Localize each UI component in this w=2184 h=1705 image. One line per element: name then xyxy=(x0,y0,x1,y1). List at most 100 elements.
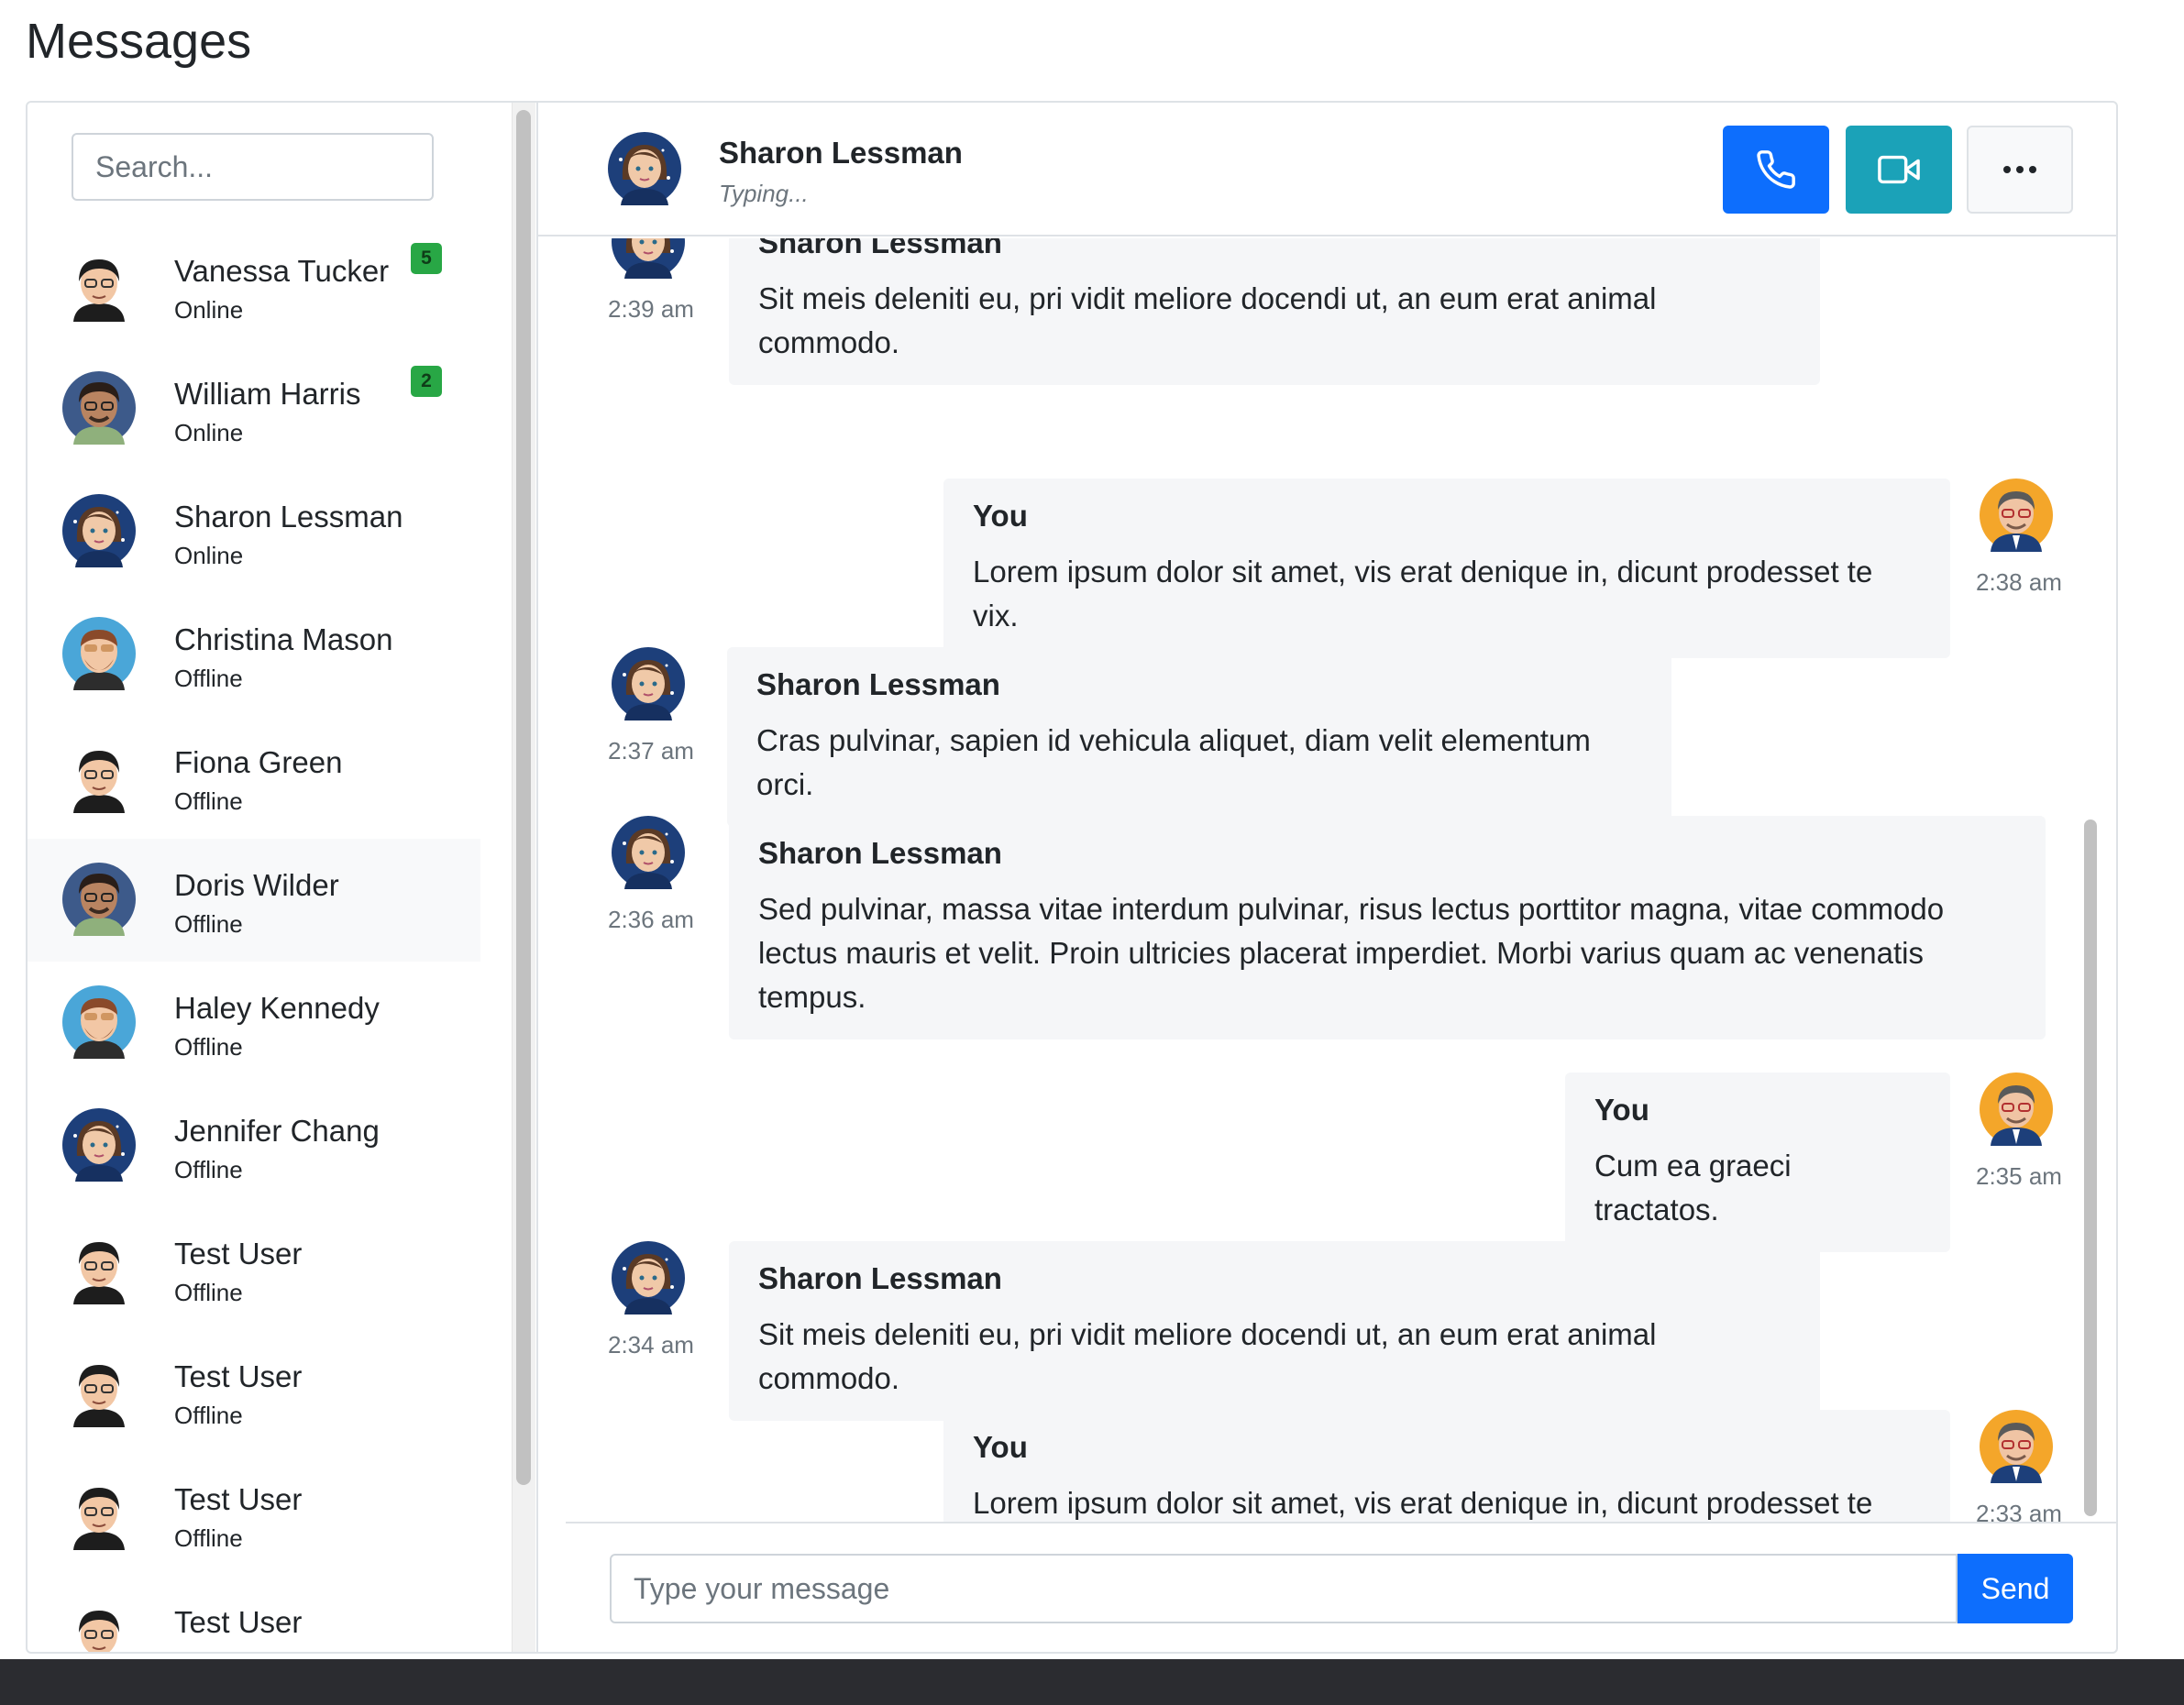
contact-item[interactable]: Test User Offline xyxy=(28,1207,480,1330)
avatar xyxy=(1980,1410,2053,1483)
message-time: 2:35 am xyxy=(1976,1162,2062,1190)
message-sender: Sharon Lessman xyxy=(758,238,1002,259)
call-button[interactable] xyxy=(1723,126,1829,214)
message-time: 2:37 am xyxy=(608,737,694,764)
contact-name: Doris Wilder xyxy=(174,868,339,902)
contact-name: Fiona Green xyxy=(174,745,343,779)
contact-item[interactable]: Vanessa Tucker Online 5 xyxy=(28,225,480,347)
message-time: 2:39 am xyxy=(608,295,694,323)
message-composer: Send xyxy=(566,1522,2116,1652)
message-text: Sit meis deleniti eu, pri vidit meliore … xyxy=(758,281,1657,359)
message-text: Cum ea graeci tractatos. xyxy=(1594,1149,1792,1226)
message-input[interactable] xyxy=(610,1554,1958,1623)
contact-status: Offline xyxy=(174,1402,243,1429)
avatar xyxy=(62,617,136,690)
contact-name: Test User xyxy=(174,1359,303,1393)
message-sender: Sharon Lessman xyxy=(758,1261,1002,1295)
avatar xyxy=(62,1108,136,1182)
contact-status: Offline xyxy=(174,1279,243,1306)
avatar xyxy=(612,816,685,889)
video-call-button[interactable] xyxy=(1846,126,1952,214)
chat-contact-name: Sharon Lessman xyxy=(719,136,963,170)
contact-item[interactable]: Test User Offline xyxy=(28,1330,480,1453)
unread-badge: 5 xyxy=(411,243,442,274)
contact-item[interactable]: Christina Mason Offline xyxy=(28,593,480,716)
unread-badge: 2 xyxy=(411,366,442,397)
message-text: Cras pulvinar, sapien id vehicula alique… xyxy=(756,723,1591,801)
contact-item[interactable]: Sharon Lessman Online xyxy=(28,470,480,593)
message-sender: You xyxy=(973,1430,1028,1464)
contact-status: Offline xyxy=(174,910,243,938)
contact-item[interactable]: William Harris Online 2 xyxy=(28,347,480,470)
contact-item[interactable]: Test User xyxy=(28,1576,480,1654)
chat-scrollbar-thumb[interactable] xyxy=(2084,820,2097,1516)
message-bubble: Sharon Lessman Sit meis deleniti eu, pri… xyxy=(729,238,1820,385)
send-button[interactable]: Send xyxy=(1958,1554,2073,1623)
contact-status: Offline xyxy=(174,1156,243,1183)
contact-name: Sharon Lessman xyxy=(174,500,403,534)
contact-item[interactable]: Fiona Green Offline xyxy=(28,716,480,839)
avatar xyxy=(62,740,136,813)
contact-name: William Harris xyxy=(174,377,361,411)
message-bubble: You Lorem ipsum dolor sit amet, vis erat… xyxy=(943,478,1950,658)
contact-name: Christina Mason xyxy=(174,622,393,656)
message-bubble: Sharon Lessman Sit meis deleniti eu, pri… xyxy=(729,1241,1820,1421)
chat-header: Sharon Lessman Typing... xyxy=(538,103,2116,236)
contact-name: Jennifer Chang xyxy=(174,1114,380,1148)
contact-list: Vanessa Tucker Online 5 William Harris O… xyxy=(28,225,480,1654)
avatar xyxy=(62,863,136,936)
contact-name: Test User xyxy=(174,1605,303,1639)
contact-status: Offline xyxy=(174,1524,243,1552)
avatar xyxy=(612,647,685,720)
avatar xyxy=(612,238,685,279)
contact-item[interactable]: Test User Offline xyxy=(28,1453,480,1576)
contact-item[interactable]: Jennifer Chang Offline xyxy=(28,1084,480,1207)
more-horizontal-icon xyxy=(2003,166,2036,173)
avatar xyxy=(62,494,136,567)
contact-item[interactable]: Haley Kennedy Offline xyxy=(28,962,480,1084)
avatar xyxy=(62,1231,136,1304)
message-text: Sed pulvinar, massa vitae interdum pulvi… xyxy=(758,892,1945,1014)
avatar xyxy=(62,371,136,445)
avatar xyxy=(62,1600,136,1654)
message-text: Lorem ipsum dolor sit amet, vis erat den… xyxy=(973,555,1873,632)
contact-status: Offline xyxy=(174,1033,243,1061)
message-sender: You xyxy=(973,499,1028,533)
contact-status: Online xyxy=(174,419,244,446)
contact-status: Offline xyxy=(174,665,243,692)
chat-panel: Sharon Lessman Typing... 2:39 am Sharon … xyxy=(536,103,2116,1652)
contact-status: Online xyxy=(174,542,244,569)
messages-card: Vanessa Tucker Online 5 William Harris O… xyxy=(26,101,2118,1654)
message-bubble: You Lorem ipsum dolor sit amet, vis erat… xyxy=(943,1410,1950,1522)
message-bubble: You Cum ea graeci tractatos. xyxy=(1565,1072,1950,1252)
sidebar-scrollbar-thumb[interactable] xyxy=(516,110,531,1485)
contact-name: Haley Kennedy xyxy=(174,991,380,1025)
phone-icon xyxy=(1757,150,1795,189)
message-list: 2:39 am Sharon Lessman Sit meis deleniti… xyxy=(566,238,2079,1522)
contact-status: Online xyxy=(174,296,244,324)
contact-name: Test User xyxy=(174,1237,303,1270)
message-time: 2:34 am xyxy=(608,1331,694,1358)
avatar xyxy=(62,985,136,1059)
message-sender: Sharon Lessman xyxy=(758,836,1002,870)
message-bubble: Sharon Lessman Sed pulvinar, massa vitae… xyxy=(729,816,2046,1040)
message-sender: You xyxy=(1594,1093,1649,1127)
message-text: Lorem ipsum dolor sit amet, vis erat den… xyxy=(973,1486,1873,1520)
avatar xyxy=(608,132,681,205)
message-time: 2:38 am xyxy=(1976,568,2062,596)
contact-name: Vanessa Tucker xyxy=(174,254,390,288)
avatar xyxy=(62,248,136,322)
avatar xyxy=(62,1477,136,1550)
avatar xyxy=(62,1354,136,1427)
more-options-button[interactable] xyxy=(1967,126,2073,214)
bottom-bar xyxy=(0,1659,2184,1705)
message-time: 2:36 am xyxy=(608,906,694,933)
page-title: Messages xyxy=(26,14,252,69)
search-input[interactable] xyxy=(72,133,434,201)
contact-item[interactable]: Doris Wilder Offline xyxy=(28,839,480,962)
contact-status: Offline xyxy=(174,787,243,815)
message-sender: Sharon Lessman xyxy=(756,667,1000,701)
message-text: Sit meis deleniti eu, pri vidit meliore … xyxy=(758,1317,1657,1395)
avatar xyxy=(1980,478,2053,552)
video-camera-icon xyxy=(1878,155,1920,184)
